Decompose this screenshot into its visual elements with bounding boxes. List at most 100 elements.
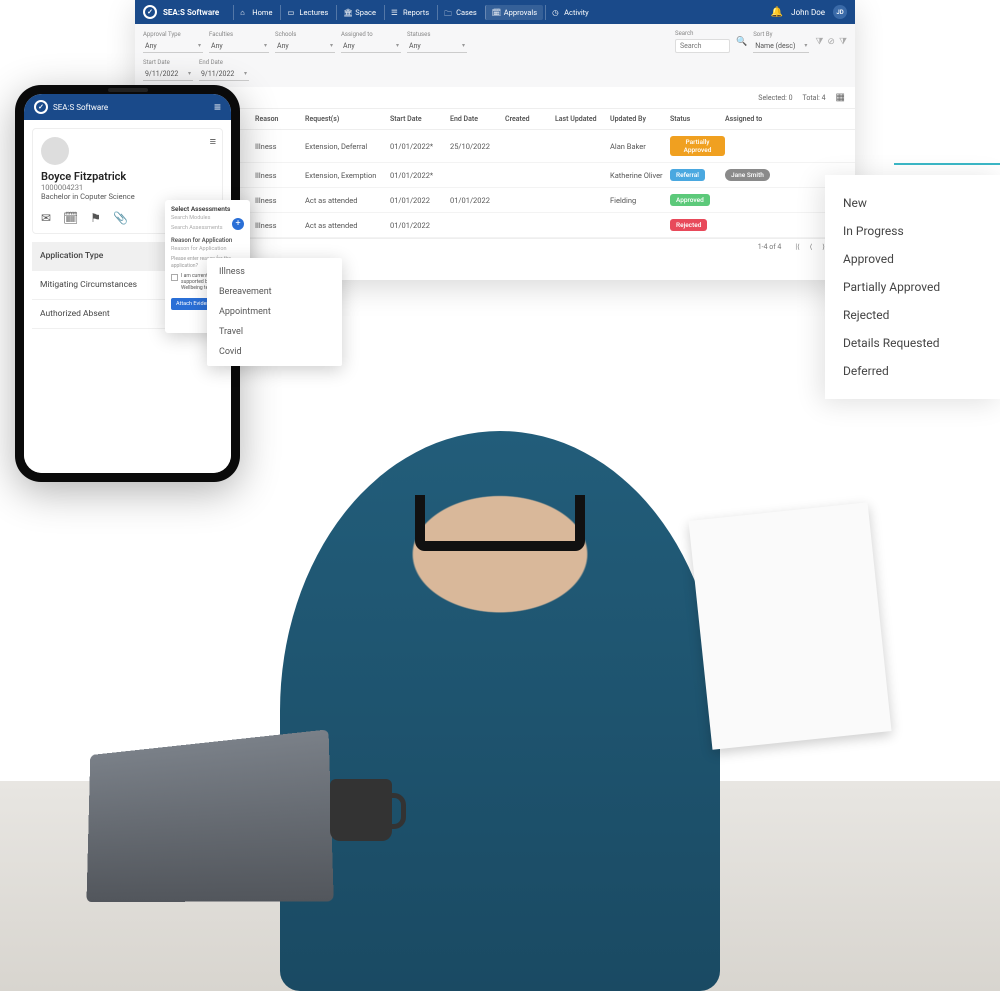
phone-logo-icon: ✓ [34, 100, 48, 114]
cell-updated-by: Alan Baker [610, 142, 670, 151]
reason-option[interactable]: Appointment [207, 302, 342, 322]
nav-reports[interactable]: ☰Reports [384, 5, 435, 20]
status-filter-card: NewIn ProgressApprovedPartially Approved… [825, 175, 1000, 399]
toolbar: 👤 👤⁺ ☁ Selected: 0 Total: 4 ▦ [135, 87, 855, 109]
nav-space[interactable]: 🏛Space [336, 5, 382, 20]
cell-status: Referral [670, 169, 725, 181]
modal-section-sub: Reason for Application [171, 246, 244, 252]
brand-name: SEA:S Software [163, 8, 219, 17]
filter-reset-icon[interactable]: ⊘ [827, 37, 835, 47]
checkbox-icon[interactable] [171, 274, 178, 281]
col-end-date[interactable]: End Date [450, 115, 505, 123]
search-input[interactable] [675, 39, 730, 53]
user-avatar[interactable]: JD [833, 5, 847, 19]
main-nav: ⌂Home ▭Lectures 🏛Space ☰Reports 🗀Cases 🗓… [233, 5, 764, 20]
col-status[interactable]: Status [670, 115, 725, 123]
table-row[interactable]: 789MitCircIllnessExtension, Deferral01/0… [135, 130, 855, 163]
topbar-right: 🔔 John Doe JD [771, 5, 847, 19]
page-first-icon[interactable]: |⟨ [791, 243, 803, 251]
reason-option[interactable]: Bereavement [207, 282, 342, 302]
col-reason[interactable]: Reason [255, 115, 305, 123]
cell-status: Partially Approved [670, 136, 725, 156]
nav-approvals[interactable]: 🗓Approvals [485, 5, 543, 20]
cell-requests: Extension, Exemption [305, 171, 390, 180]
status-option[interactable]: Details Requested [825, 329, 1000, 357]
col-requests[interactable]: Request(s) [305, 115, 390, 123]
nav-cases[interactable]: 🗀Cases [437, 5, 483, 20]
selected-count: Selected: 0 [758, 94, 792, 102]
filter-assigned-to[interactable]: Assigned toAny [341, 31, 401, 53]
status-option[interactable]: Approved [825, 245, 1000, 273]
cell-reason: Illness [255, 196, 305, 205]
profile-avatar [41, 137, 69, 165]
assigned-badge: Jane Smith [725, 169, 770, 181]
page-prev-icon[interactable]: ⟨ [806, 243, 817, 251]
reason-option[interactable]: Covid [207, 342, 342, 362]
filter-funnel2-icon[interactable]: ⧩ [839, 37, 847, 47]
cell-status: Approved [670, 194, 725, 206]
coffee-mug-illustration [330, 779, 392, 841]
flag-icon[interactable]: ⚑ [90, 211, 101, 225]
cell-requests: Act as attended [305, 221, 390, 230]
search-field[interactable]: Search [675, 30, 730, 53]
phone-header: ✓ SEA:S Software ≡ [24, 94, 231, 120]
hamburger-icon[interactable]: ≡ [214, 100, 221, 114]
table-row[interactable]: 23456789MitCircIllnessExtension, Exempti… [135, 163, 855, 188]
calendar-plus-icon[interactable]: 🗓 [63, 211, 78, 225]
filter-start-date[interactable]: Start Date9/11/2022 [143, 59, 193, 81]
col-last-updated[interactable]: Last Updated [555, 115, 610, 123]
cell-start: 01/01/2022 [390, 221, 450, 230]
cell-start: 01/01/2022* [390, 142, 450, 151]
filter-schools[interactable]: SchoolsAny [275, 31, 335, 53]
filter-statuses[interactable]: StatusesAny [407, 31, 467, 53]
user-name[interactable]: John Doe [791, 8, 825, 17]
mail-icon[interactable]: ✉ [41, 211, 51, 225]
status-option[interactable]: Deferred [825, 357, 1000, 385]
profile-name: Boyce Fitzpatrick [41, 170, 214, 183]
report-icon: ☰ [391, 8, 400, 17]
cell-reason: Illness [255, 221, 305, 230]
card-menu-icon[interactable]: ≡ [210, 135, 216, 148]
sort-by[interactable]: Sort ByName (desc) [753, 31, 809, 53]
col-start-date[interactable]: Start Date [390, 115, 450, 123]
nav-activity[interactable]: ◷Activity [545, 5, 595, 20]
nav-lectures[interactable]: ▭Lectures [280, 5, 334, 20]
cell-requests: Act as attended [305, 196, 390, 205]
filter-approval-type[interactable]: Approval TypeAny [143, 31, 203, 53]
add-assessment-button[interactable]: + [232, 218, 244, 230]
book-icon: ▭ [287, 8, 296, 17]
reason-dropdown: IllnessBereavementAppointmentTravelCovid [207, 258, 342, 366]
status-option[interactable]: New [825, 189, 1000, 217]
table-header: Approval Type Reason Request(s) Start Da… [135, 109, 855, 130]
filter-action-icons: ⧩ ⊘ ⧩ [815, 37, 847, 47]
col-created[interactable]: Created [505, 115, 555, 123]
reason-option[interactable]: Illness [207, 262, 342, 282]
clock-icon: ◷ [552, 8, 561, 17]
cell-start: 01/01/2022* [390, 171, 450, 180]
status-option[interactable]: Partially Approved [825, 273, 1000, 301]
status-option[interactable]: Rejected [825, 301, 1000, 329]
brand-logo-icon: ✓ [143, 5, 157, 19]
nav-home[interactable]: ⌂Home [233, 5, 278, 20]
filter-end-date[interactable]: End Date9/11/2022 [199, 59, 249, 81]
modal-title: Select Assessments [171, 205, 244, 213]
status-option[interactable]: In Progress [825, 217, 1000, 245]
cell-start: 01/01/2022 [390, 196, 450, 205]
phone-brand: SEA:S Software [53, 103, 108, 112]
paper-held-illustration [688, 502, 891, 750]
total-count: Total: 4 [803, 94, 826, 102]
profile-id: 1000004231 [41, 183, 214, 192]
col-assigned-to[interactable]: Assigned to [725, 115, 780, 123]
top-navbar: ✓ SEA:S Software ⌂Home ▭Lectures 🏛Space … [135, 0, 855, 24]
col-updated-by[interactable]: Updated By [610, 115, 670, 123]
reason-option[interactable]: Travel [207, 322, 342, 342]
bell-icon[interactable]: 🔔 [771, 7, 783, 18]
grid-view-icon[interactable]: ▦ [836, 92, 845, 103]
attach-icon[interactable]: 📎 [113, 211, 128, 225]
page-range: 1-4 of 4 [758, 243, 782, 251]
filter-funnel-icon[interactable]: ⧩ [815, 37, 823, 47]
filter-faculties[interactable]: FacultiesAny [209, 31, 269, 53]
cell-updated-by: Fielding [610, 196, 670, 205]
search-icon[interactable]: 🔍 [736, 37, 747, 47]
cell-requests: Extension, Deferral [305, 142, 390, 151]
